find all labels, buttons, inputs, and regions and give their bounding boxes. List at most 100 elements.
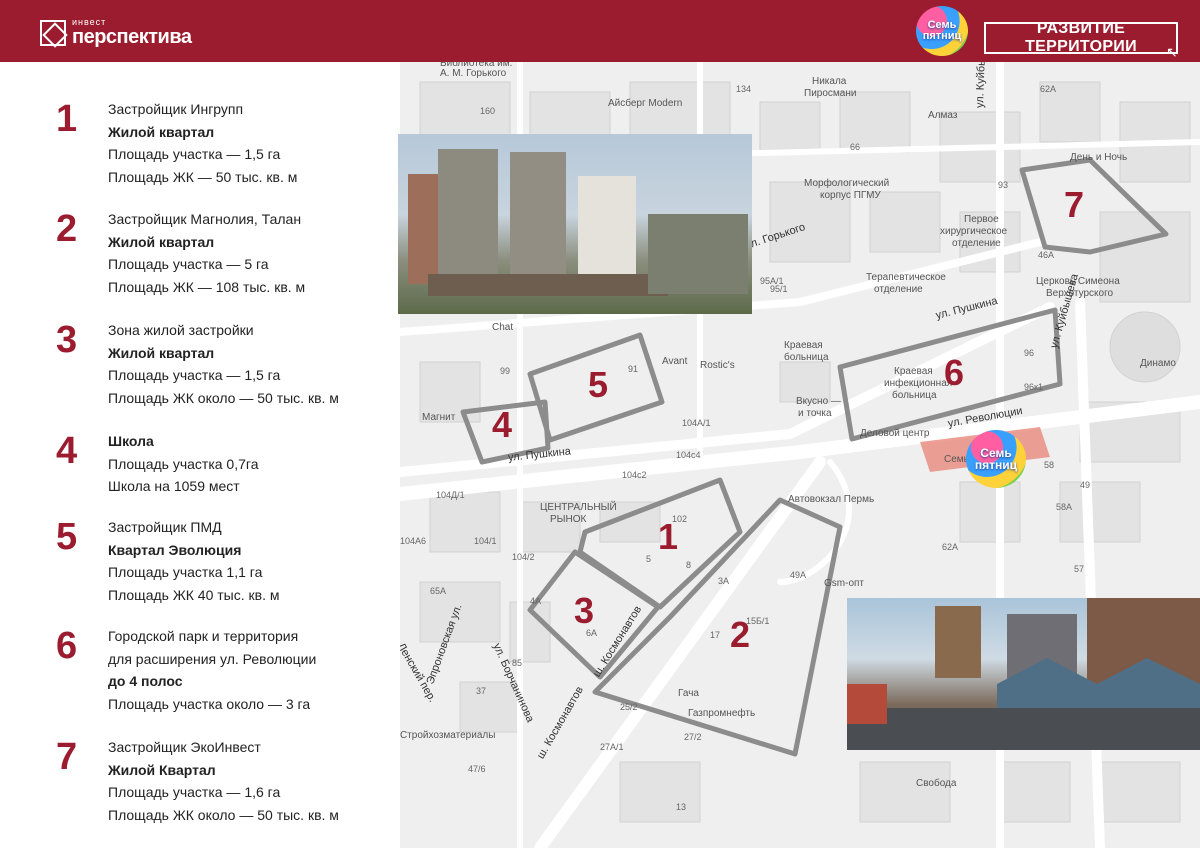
place-label-den-noch[interactable]: День и Ночь: [1070, 152, 1127, 163]
block: [619, 761, 701, 823]
legend-line: Площадь участка — 1,5 га: [108, 146, 281, 162]
logo-big-text: перспектива: [72, 26, 192, 48]
building-number: 95А/1: [760, 276, 784, 286]
building-number: 104с4: [676, 450, 701, 460]
place-label-rostics[interactable]: Rostic's: [700, 360, 735, 371]
place-label-gazprom[interactable]: Газпромнефть: [688, 708, 755, 719]
legend-line: Площадь участка 1,1 га: [108, 564, 263, 580]
building-number: 104с2: [622, 470, 647, 480]
building-number: 85: [512, 658, 523, 668]
place-label-gsm[interactable]: Gsm-опт: [824, 578, 864, 589]
building-number: 96: [1024, 348, 1035, 358]
building-number: 57: [1074, 564, 1085, 574]
legend-line: Жилой квартал: [108, 233, 215, 250]
building-number: 47/6: [468, 764, 486, 774]
cursor-icon: ↖: [1166, 44, 1178, 60]
legend-line: Площадь ЖК — 108 тыс. кв. м: [108, 278, 306, 295]
sem-pyatnits-mall-icon[interactable]: Семь пятниц: [966, 430, 1026, 488]
zone-label-1[interactable]: 1: [658, 516, 678, 558]
place-label-library-b[interactable]: А. М. Горького: [440, 68, 506, 79]
place-label-inf-b[interactable]: инфекционная: [884, 378, 952, 389]
place-label-gacha[interactable]: Гача: [678, 688, 699, 699]
zone-label-6[interactable]: 6: [944, 352, 964, 394]
legend-line: Площадь участка — 1,5 га: [108, 367, 281, 383]
legend-number: 4: [56, 430, 78, 472]
legend-line: Площадь ЖК — 50 тыс. кв. м: [108, 168, 298, 185]
building-number: 37: [476, 686, 487, 696]
zone-label-2[interactable]: 2: [730, 614, 750, 656]
legend-number: 2: [56, 208, 78, 250]
block: [959, 481, 1021, 543]
place-label-rynok-a[interactable]: ЦЕНТРАЛЬНЫЙ: [540, 502, 617, 513]
zone-label-7[interactable]: 7: [1064, 184, 1084, 226]
zone-label-3[interactable]: 3: [574, 590, 594, 632]
place-label-inf-c[interactable]: больница: [892, 390, 937, 401]
place-label-ther-b[interactable]: отделение: [874, 284, 923, 295]
building-number: 4А: [530, 596, 542, 606]
place-label-nikala-b[interactable]: Пиросмани: [804, 88, 856, 99]
building-number: 8: [686, 560, 692, 570]
legend-line: Школа: [108, 433, 154, 449]
photo-evolution-quarter: [847, 598, 1200, 750]
block: [859, 761, 951, 823]
place-label-kraev-b[interactable]: больница: [784, 352, 829, 363]
place-label-svoboda[interactable]: Свобода: [916, 778, 956, 789]
building-number: 58А: [1056, 502, 1073, 512]
company-logo[interactable]: инвест перспектива: [40, 18, 192, 47]
building-number: 104А6: [400, 536, 427, 546]
block: [869, 191, 941, 253]
territory-development-button[interactable]: РАЗВИТИЕ ТЕРРИТОРИИ: [984, 20, 1178, 55]
legend-lines: Застройщик Ингрупп Жилой квартал Площадь у…: [108, 98, 408, 188]
place-label-morph-a[interactable]: Морфологический: [804, 178, 889, 189]
building-number: 49А: [790, 570, 807, 580]
place-label-stroy[interactable]: Стройхозматериалы: [400, 730, 495, 741]
legend-line: Жилой Квартал: [108, 761, 216, 778]
legend-number: 5: [56, 516, 78, 558]
legend-line: Площадь участка — 5 га: [108, 256, 269, 272]
legend-line: Городской парк и территория: [108, 628, 299, 644]
place-label-nikala-a[interactable]: Никала: [812, 76, 846, 87]
legend-line: Площадь ЖК около — 50 тыс. кв. м: [108, 806, 339, 823]
place-label-delovoy[interactable]: Деловой центр: [860, 428, 929, 439]
place-label-aisberg[interactable]: Айсберг Modern: [608, 98, 682, 109]
building-number: 66: [850, 142, 861, 152]
sem-pyatnits-badge-icon: Семь пятниц: [916, 6, 968, 56]
place-label-church-b[interactable]: Верхотурского: [1046, 288, 1113, 299]
road-kuybysheva-2: [1075, 297, 1105, 848]
place-label-surg-a[interactable]: Первое: [964, 214, 999, 225]
building-number: 62А: [942, 542, 959, 552]
place-label-avtovokzal[interactable]: Автовокзал Пермь: [788, 494, 874, 505]
stadium: [1109, 311, 1181, 383]
legend-lines: Зона жилой застройки Жилой квартал Площадь…: [108, 319, 408, 409]
place-label-ther-a[interactable]: Терапевтическое: [866, 272, 946, 283]
place-label-surg-b[interactable]: хирургическое: [940, 226, 1007, 237]
header-bar: инвест перспектива Семь пятниц РАЗВИТИЕ …: [0, 0, 1200, 62]
place-label-inf-a[interactable]: Краевая: [894, 366, 933, 377]
place-label-avant[interactable]: Avant: [662, 356, 687, 367]
place-label-almaz[interactable]: Алмаз: [928, 110, 957, 121]
place-label-vkusno-b[interactable]: и точка: [798, 408, 832, 419]
place-label-vkusno-a[interactable]: Вкусно —: [796, 396, 841, 407]
building-number: 104А/1: [682, 418, 711, 428]
legend-lines: Школа Площадь участка 0,7га Школа на 1059 …: [108, 430, 408, 498]
legend-number: 3: [56, 319, 78, 361]
place-label-surg-c[interactable]: отделение: [952, 238, 1001, 249]
legend-line: Площадь ЖК 40 тыс. кв. м: [108, 586, 280, 603]
building-number: 46А: [1038, 250, 1055, 260]
place-label-chat[interactable]: Chat: [492, 322, 513, 333]
building-number: 13: [676, 802, 687, 812]
place-label-kraev-a[interactable]: Краевая: [784, 340, 823, 351]
place-label-rynok-b[interactable]: РЫНОК: [550, 514, 586, 525]
zone-label-5[interactable]: 5: [588, 364, 608, 406]
building-number: 27/2: [684, 732, 702, 742]
building-number: 104/2: [512, 552, 535, 562]
legend-line: для расширения ул. Революции: [108, 650, 317, 667]
legend-number: 7: [56, 736, 78, 778]
place-label-magnit[interactable]: Магнит: [422, 412, 455, 423]
zone-label-4[interactable]: 4: [492, 404, 512, 446]
legend-line: Застройщик Магнолия, Талан: [108, 211, 302, 227]
mall-badge-text: Семь пятниц: [974, 446, 1018, 472]
building-number: 134: [736, 84, 752, 94]
place-label-morph-b[interactable]: корпус ПГМУ: [820, 190, 881, 201]
place-label-dinamo[interactable]: Динамо: [1140, 358, 1176, 369]
